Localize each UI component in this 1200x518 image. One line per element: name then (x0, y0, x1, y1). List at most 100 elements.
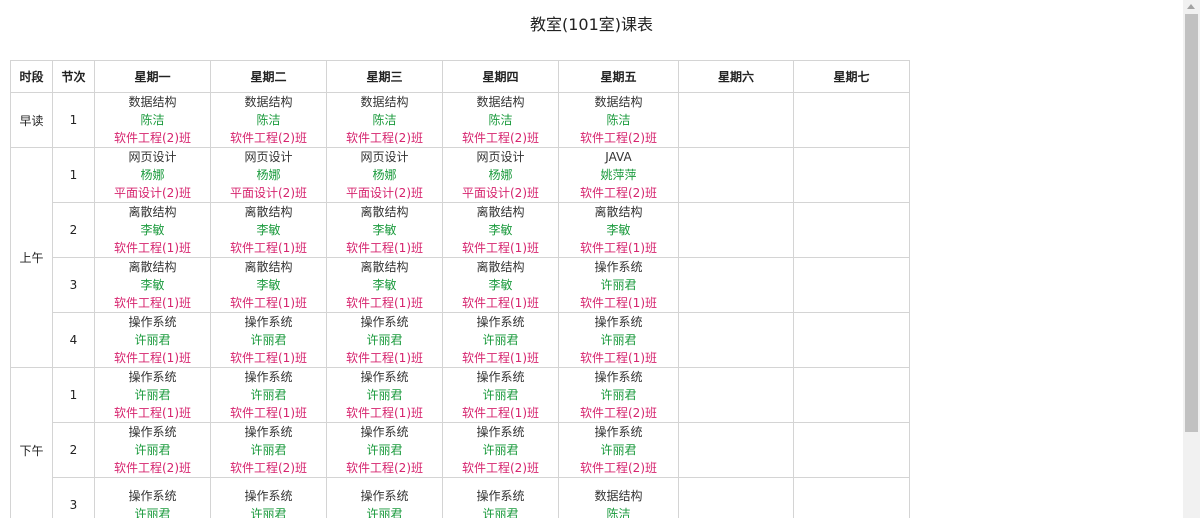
course-class: 平面设计(2)班 (230, 186, 307, 200)
course-subject: 操作系统 (244, 489, 293, 503)
course-subject: 离散结构 (476, 260, 525, 274)
course-cell: 离散结构 李敏 软件工程(1)班 (210, 202, 327, 258)
course-subject: 操作系统 (128, 315, 177, 329)
course-cell: 操作系统 许丽君 (210, 477, 327, 518)
course-cell: 离散结构 李敏 软件工程(1)班 (210, 257, 327, 313)
course-class: 软件工程(1)班 (114, 296, 191, 310)
course-cell: 离散结构 李敏 软件工程(1)班 (558, 202, 679, 258)
course-subject: 操作系统 (360, 425, 409, 439)
course-class: 软件工程(1)班 (346, 296, 423, 310)
course-subject: 离散结构 (476, 205, 525, 219)
course-class: 软件工程(2)班 (230, 461, 307, 475)
course-cell: JAVA 姚萍萍 软件工程(2)班 (558, 147, 679, 203)
table-row: 3 操作系统 许丽君 操作系统 许丽君 操作系统 许丽君 操作系统 许丽君 数据结构 陈洁 (11, 477, 910, 518)
course-class: 软件工程(1)班 (114, 241, 191, 255)
page-title: 教室(101室)课表 (529, 15, 654, 34)
course-teacher: 李敏 (488, 278, 513, 292)
course-teacher: 许丽君 (250, 443, 287, 457)
course-class: 软件工程(1)班 (462, 296, 539, 310)
course-teacher: 杨娜 (140, 168, 165, 182)
course-class: 软件工程(2)班 (230, 131, 307, 145)
course-subject: 操作系统 (360, 315, 409, 329)
course-teacher: 李敏 (606, 223, 631, 237)
course-teacher: 许丽君 (366, 333, 403, 347)
course-cell: 操作系统 许丽君 软件工程(1)班 (94, 312, 211, 368)
course-cell: 操作系统 许丽君 软件工程(1)班 (558, 257, 679, 313)
period-label: 下午 (10, 367, 53, 518)
slot-number: 2 (52, 202, 95, 258)
course-cell: 操作系统 许丽君 软件工程(2)班 (210, 422, 327, 478)
course-class: 软件工程(1)班 (114, 351, 191, 365)
slot-number: 1 (52, 92, 95, 148)
course-teacher: 许丽君 (600, 333, 637, 347)
scrollbar-thumb[interactable] (1185, 14, 1198, 432)
table-row: 上午 1 网页设计 杨娜 平面设计(2)班 网页设计 杨娜 平面设计(2)班 网页设计 杨娜 平面设… (10, 147, 910, 368)
timetable: 时段 节次 星期一 星期二 星期三 星期四 星期五 星期六 星期七 早读 1 数据结… (10, 60, 910, 518)
course-cell: 操作系统 许丽君 (442, 477, 559, 518)
course-teacher: 李敏 (488, 223, 513, 237)
course-subject: 网页设计 (244, 150, 293, 164)
course-cell (793, 312, 910, 368)
course-class: 平面设计(2)班 (346, 186, 423, 200)
course-cell: 离散结构李敏软件工程(1)班 (442, 257, 559, 313)
course-teacher: 许丽君 (600, 278, 637, 292)
course-cell: 网页设计 杨娜 平面设计(2)班 (326, 147, 443, 203)
course-cell: 操作系统 许丽君 软件工程(1)班 (558, 312, 679, 368)
course-cell (678, 422, 794, 478)
course-class: 软件工程(1)班 (580, 296, 657, 310)
slot-number: 3 (52, 257, 95, 313)
table-row: 下午 1 操作系统 许丽君 软件工程(1)班 操作系统 许丽君 软件工程(1)班 操作系统 许丽君… (10, 367, 910, 518)
course-cell: 网页设计杨娜平面设计(2)班 (210, 147, 327, 203)
slot-number: 1 (52, 367, 95, 423)
course-subject: 操作系统 (476, 315, 525, 329)
course-cell: 操作系统许丽君软件工程(2)班 (558, 422, 679, 478)
course-subject: 离散结构 (244, 260, 293, 274)
course-subject: 数据结构 (594, 95, 643, 109)
course-cell (793, 147, 910, 203)
course-class: 软件工程(2)班 (580, 461, 657, 475)
course-teacher: 姚萍萍 (600, 168, 637, 182)
course-teacher: 陈洁 (606, 507, 631, 518)
course-cell: 数据结构 陈洁 软件工程(2)班 (558, 92, 679, 148)
course-teacher: 许丽君 (366, 388, 403, 402)
course-class: 软件工程(1)班 (346, 351, 423, 365)
course-teacher: 李敏 (372, 278, 397, 292)
course-teacher: 陈洁 (256, 113, 281, 127)
course-subject: 操作系统 (476, 489, 525, 503)
course-subject: 数据结构 (244, 95, 293, 109)
course-cell: 离散结构 李敏 软件工程(1)班 (326, 257, 443, 313)
course-cell (678, 257, 794, 313)
course-class: 软件工程(1)班 (230, 241, 307, 255)
vertical-scrollbar[interactable] (1183, 0, 1200, 518)
course-subject: 操作系统 (594, 370, 643, 384)
course-subject: 操作系统 (244, 370, 293, 384)
table-row: 2 操作系统 许丽君 软件工程(2)班 操作系统 许丽君 软件工程(2)班 操作系统 许丽君 软件… (11, 422, 910, 478)
header-saturday: 星期六 (678, 60, 794, 93)
course-cell (678, 147, 794, 203)
scroll-up-arrow-icon[interactable] (1187, 4, 1195, 9)
course-cell: 网页设计 杨娜 平面设计(2)班 (442, 147, 559, 203)
course-teacher: 许丽君 (600, 388, 637, 402)
course-cell: 离散结构 李敏 软件工程(1)班 (442, 202, 559, 258)
course-subject: 操作系统 (360, 370, 409, 384)
course-teacher: 许丽君 (600, 443, 637, 457)
course-class: 软件工程(2)班 (346, 131, 423, 145)
course-subject: 离散结构 (360, 205, 409, 219)
course-teacher: 许丽君 (134, 507, 171, 518)
course-cell: 离散结构 李敏 软件工程(1)班 (94, 202, 211, 258)
course-cell: 操作系统 许丽君 软件工程(1)班 (442, 312, 559, 368)
course-subject: 网页设计 (128, 150, 177, 164)
course-teacher: 许丽君 (250, 333, 287, 347)
course-class: 软件工程(1)班 (346, 406, 423, 420)
course-subject: 数据结构 (476, 95, 525, 109)
course-teacher: 杨娜 (256, 168, 281, 182)
course-cell (793, 92, 910, 148)
course-cell: 操作系统 许丽君 软件工程(1)班 (210, 312, 327, 368)
course-subject: 操作系统 (128, 370, 177, 384)
course-class: 软件工程(1)班 (230, 406, 307, 420)
course-cell: 离散结构 李敏 软件工程(1)班 (326, 202, 443, 258)
table-row: 早读 1 数据结构 陈洁 软件工程(2)班 数据结构 陈洁 软件工程(2)班 数据结构 陈洁 软件工… (10, 92, 910, 148)
course-teacher: 许丽君 (482, 388, 519, 402)
course-subject: 操作系统 (594, 425, 643, 439)
course-cell: 操作系统 许丽君 (94, 477, 211, 518)
